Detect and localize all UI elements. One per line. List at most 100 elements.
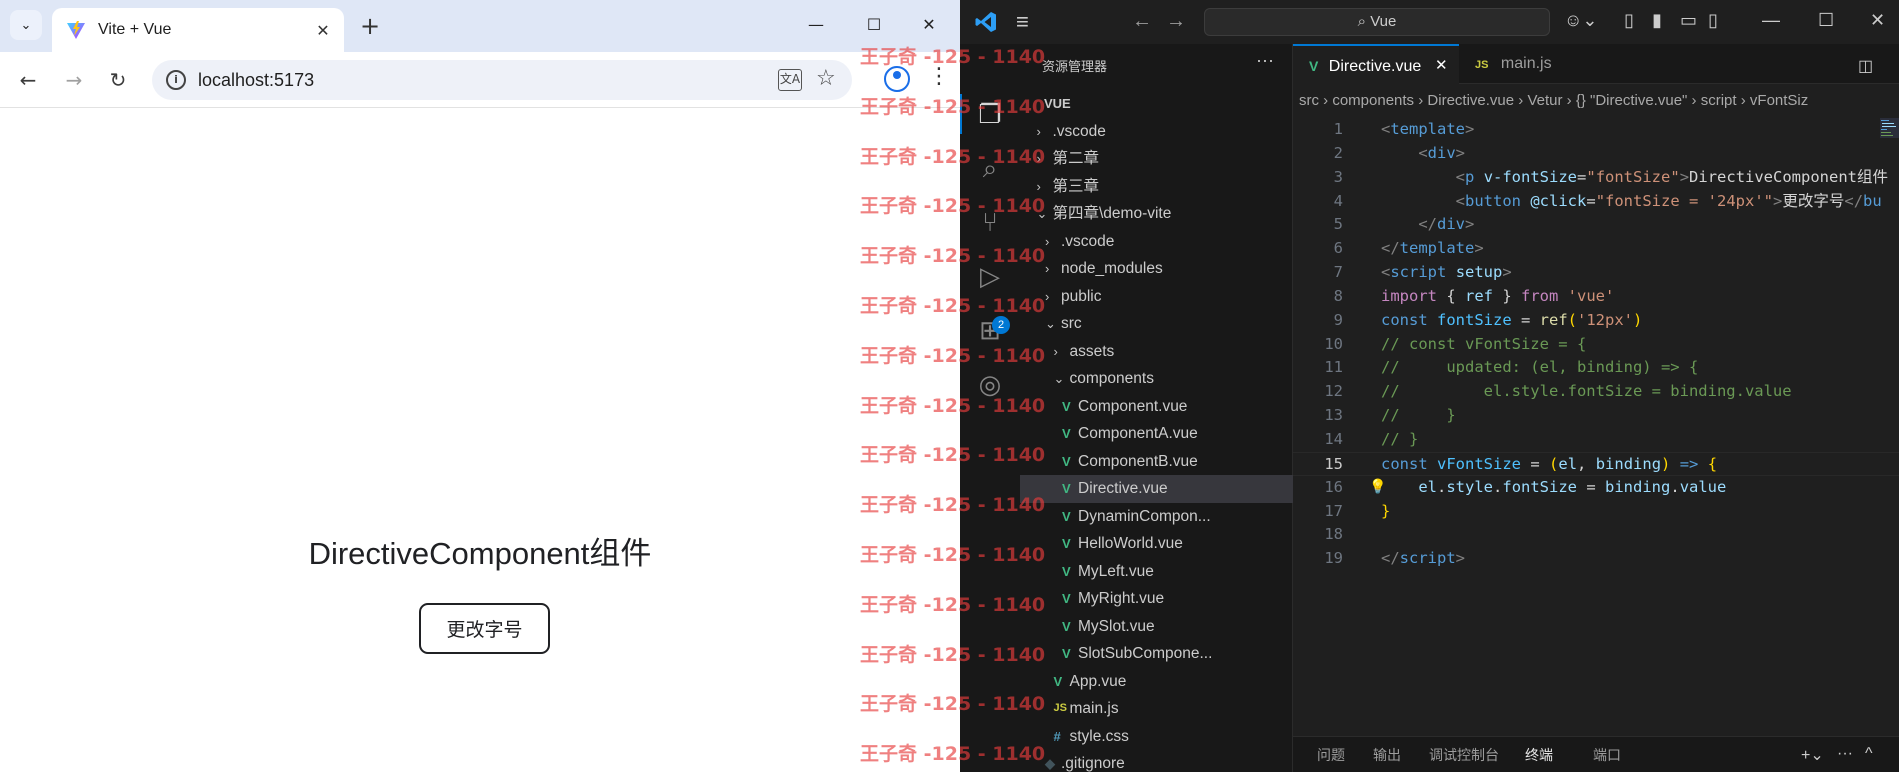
run-debug-icon[interactable]: ▷ (974, 260, 1006, 292)
close-tab-icon[interactable]: ✕ (1435, 46, 1448, 86)
code-line[interactable]: 7 <script setup> (1293, 261, 1899, 285)
minimize-icon[interactable]: — (802, 12, 830, 38)
tree-file[interactable]: V MyLeft.vue (1020, 558, 1293, 586)
breadcrumb-item[interactable]: vFontSiz (1750, 92, 1808, 109)
tree-folder[interactable]: › node_modules (1020, 255, 1293, 283)
code-line[interactable]: 8 import { ref } from 'vue' (1293, 285, 1899, 309)
tree-folder[interactable]: ⌄ 第四章\demo-vite (1020, 200, 1293, 228)
translate-icon[interactable]: 文A (778, 69, 802, 91)
tree-file[interactable]: JS main.js (1020, 695, 1293, 723)
more-actions-icon[interactable]: ··· (1256, 50, 1274, 71)
tree-file[interactable]: V MySlot.vue (1020, 613, 1293, 641)
tab-close-icon[interactable]: ✕ (312, 21, 334, 40)
browser-tab[interactable]: Vite + Vue ✕ (52, 8, 344, 52)
code-line[interactable]: 9 const fontSize = ref('12px') (1293, 309, 1899, 333)
code-line[interactable]: 13 // } (1293, 404, 1899, 428)
toggle-secondary-sidebar-icon[interactable]: ▯ (1708, 10, 1718, 31)
forward-icon[interactable]: → (60, 66, 88, 94)
code-line[interactable]: 18 (1293, 523, 1899, 547)
toggle-panel-icon[interactable]: ▭ (1680, 10, 1697, 31)
panel-tab[interactable]: 端口 (1593, 737, 1621, 772)
tree-folder[interactable]: ⌄ src (1020, 310, 1293, 338)
tree-file[interactable]: V SlotSubCompone... (1020, 640, 1293, 668)
code-line[interactable]: 15 const vFontSize = (el, binding) => { (1293, 451, 1899, 476)
browser-menu-icon[interactable]: ⋮ (928, 64, 950, 89)
tree-folder[interactable]: ⌄ components (1020, 365, 1293, 393)
tab-directive-vue[interactable]: V Directive.vue ✕ (1293, 44, 1459, 84)
code-line[interactable]: 10 // const vFontSize = { (1293, 333, 1899, 357)
tree-folder[interactable]: › .vscode (1020, 118, 1293, 146)
code-line[interactable]: 11 // updated: (el, binding) => { (1293, 356, 1899, 380)
search-icon[interactable]: ⌕ (974, 152, 1006, 184)
code-line[interactable]: 4 <button @click="fontSize = '24px'">更改字… (1293, 190, 1899, 214)
bookmark-star-icon[interactable]: ☆ (816, 66, 836, 91)
split-editor-icon[interactable]: ◫ (1858, 56, 1873, 76)
maximize-icon[interactable]: ☐ (860, 12, 888, 38)
tree-file[interactable]: V Directive.vue (1020, 475, 1293, 503)
tree-file[interactable]: V DynaminCompon... (1020, 503, 1293, 531)
new-terminal-icon[interactable]: +⌄ (1801, 745, 1824, 765)
panel-tab[interactable]: 问题 (1317, 737, 1345, 772)
tree-file[interactable]: V Component.vue (1020, 393, 1293, 421)
code-line[interactable]: 19 </script> (1293, 547, 1899, 571)
address-url[interactable]: localhost:5173 (198, 70, 314, 91)
breadcrumb-item[interactable]: components (1332, 92, 1414, 109)
tree-folder[interactable]: › assets (1020, 338, 1293, 366)
code-line[interactable]: 14 // } (1293, 428, 1899, 452)
code-line[interactable]: 16 💡 el.style.fontSize = binding.value (1293, 476, 1899, 500)
command-center-search[interactable]: ⌕ Vue (1204, 8, 1550, 36)
code-line[interactable]: 2 <div> (1293, 142, 1899, 166)
minimize-icon[interactable]: — (1762, 10, 1780, 31)
tree-file[interactable]: V HelloWorld.vue (1020, 530, 1293, 558)
source-control-icon[interactable]: ⑂ (974, 206, 1006, 238)
panel-tab[interactable]: 输出 (1373, 737, 1401, 772)
maximize-icon[interactable]: ☐ (1818, 10, 1834, 31)
tree-file[interactable]: V App.vue (1020, 668, 1293, 696)
close-window-icon[interactable]: ✕ (1870, 10, 1885, 31)
tree-folder[interactable]: › 第二章 (1020, 145, 1293, 173)
tree-file[interactable]: # style.css (1020, 723, 1293, 751)
layout-sidebar-icon[interactable]: ▯ (1624, 10, 1634, 31)
maximize-panel-icon[interactable]: ^ (1865, 745, 1873, 763)
minimap[interactable] (1880, 118, 1899, 268)
change-font-size-button[interactable]: 更改字号 (419, 603, 550, 654)
tab-main-js[interactable]: JS main.js (1459, 44, 1579, 84)
tree-folder[interactable]: › 第三章 (1020, 173, 1293, 201)
more-actions-icon[interactable]: ··· (1837, 745, 1853, 763)
copilot-icon[interactable]: ☺⌄ (1564, 10, 1597, 31)
explorer-icon[interactable]: ❐ (974, 98, 1006, 130)
breadcrumb-item[interactable]: script (1701, 92, 1737, 109)
toggle-primary-sidebar-icon[interactable]: ▮ (1652, 10, 1662, 31)
close-window-icon[interactable]: ✕ (915, 12, 943, 38)
address-bar[interactable]: i localhost:5173 文A ☆ (152, 60, 852, 100)
profile-icon[interactable] (884, 66, 910, 92)
nav-forward-icon[interactable]: → (1166, 10, 1186, 33)
tree-folder[interactable]: › .vscode (1020, 228, 1293, 256)
tree-file[interactable]: V ComponentB.vue (1020, 448, 1293, 476)
hamburger-menu-icon[interactable]: ≡ (1016, 9, 1029, 35)
code-line[interactable]: 1 <template> (1293, 118, 1899, 142)
code-line[interactable]: 3 <p v-fontSize="fontSize">DirectiveComp… (1293, 166, 1899, 190)
reload-icon[interactable]: ↻ (104, 66, 132, 94)
breadcrumb-item[interactable]: Vetur (1527, 92, 1562, 109)
panel-tab[interactable]: 调试控制台 (1429, 737, 1499, 772)
tree-file[interactable]: V ComponentA.vue (1020, 420, 1293, 448)
tree-file[interactable]: V MyRight.vue (1020, 585, 1293, 613)
tree-file[interactable]: ◆ .gitignore (1020, 750, 1293, 772)
code-line[interactable]: 12 // el.style.fontSize = binding.value (1293, 380, 1899, 404)
tree-folder[interactable]: VUE (1020, 90, 1293, 118)
tree-folder[interactable]: › public (1020, 283, 1293, 311)
breadcrumb-item[interactable]: {} "Directive.vue" (1576, 92, 1688, 109)
back-icon[interactable]: ← (14, 66, 42, 94)
site-info-icon[interactable]: i (166, 70, 186, 90)
code-line[interactable]: 17} (1293, 500, 1899, 524)
breadcrumb-item[interactable]: Directive.vue (1427, 92, 1514, 109)
code-line[interactable]: 5 </div> (1293, 213, 1899, 237)
code-line[interactable]: 6 </template> (1293, 237, 1899, 261)
nav-back-icon[interactable]: ← (1132, 10, 1152, 33)
edge-devtools-icon[interactable]: ◎ (974, 368, 1006, 400)
panel-tab[interactable]: 终端 (1525, 737, 1553, 772)
code-editor[interactable]: 1 <template> 2 <div> 3 <p v-fontSize="fontS… (1293, 118, 1899, 730)
breadcrumb-item[interactable]: src (1299, 92, 1319, 109)
tab-search-button[interactable]: ⌄ (10, 10, 42, 40)
